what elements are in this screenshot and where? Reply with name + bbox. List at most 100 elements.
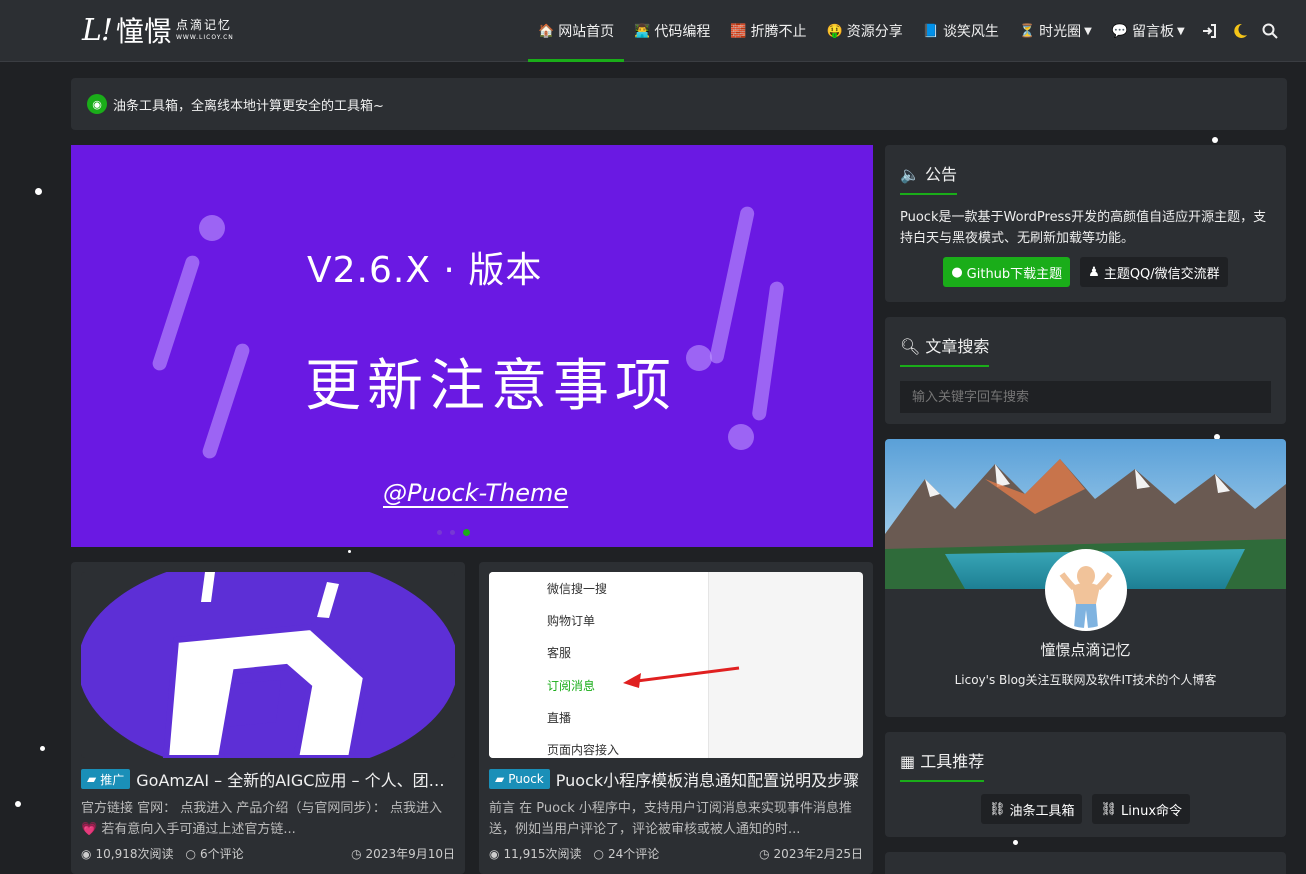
tools-list: ⛓ 油条工具箱 ⛓ Linux命令 — [885, 794, 1286, 824]
post-meta: ◉ 10,918次阅读 ○ 6个评论 ◷ 2023年9月10日 — [81, 845, 455, 862]
folder-icon: ▰ — [87, 772, 97, 786]
post-date: ◷ 2023年2月25日 — [759, 845, 863, 862]
profile-description: Licoy's Blog关注互联网及软件IT技术的个人博客 — [954, 673, 1217, 687]
search-icon[interactable] — [1255, 0, 1285, 62]
post-excerpt: 前言 在 Puock 小程序中，支持用户订阅消息来实现事件消息推送，例如当用户评… — [489, 801, 852, 837]
post-date-label: 2023年9月10日 — [365, 847, 455, 861]
chevron-down-icon: ▼ — [1084, 25, 1092, 37]
widget-heading: ▦ 工具推荐 — [900, 748, 985, 782]
post-card[interactable]: ▰ 推广 GoAmzAI – 全新的AIGC应用 – 个人、团队、企业AI解决方… — [71, 562, 465, 874]
nav-item-home[interactable]: 🏠 网站首页 — [528, 0, 625, 62]
post-views: ◉ 11,915次阅读 — [489, 845, 581, 862]
post-date: ◷ 2023年9月10日 — [351, 845, 455, 862]
top-navbar: L! 憧憬 点滴记忆 WWW.LICOY.CN 🏠 网站首页 👨‍💻 代码编程 … — [0, 0, 1306, 62]
speech-bubble-icon: 💬 — [1111, 23, 1129, 39]
nav-item-tinkering[interactable]: 🧱 折腾不止 — [720, 0, 816, 62]
banner-title: 更新注意事项 — [305, 354, 677, 419]
decor-dot — [199, 215, 225, 241]
post-excerpt: 官方链接 官网： 点我进入 产品介绍（与官网同步）： 点我进入 💗 若有意向入手… — [81, 801, 443, 837]
eye-icon: ◉ — [81, 846, 92, 861]
post-thumbnail[interactable] — [81, 572, 455, 758]
avatar[interactable] — [1045, 549, 1127, 631]
nav-item-chat[interactable]: 📘 谈笑风生 — [913, 0, 1009, 62]
post-meta: ◉ 11,915次阅读 ○ 24个评论 ◷ 2023年2月25日 — [489, 845, 863, 862]
link-icon: ⛓ — [988, 801, 1006, 817]
announcement-text: Puock是一款基于WordPress开发的高颜值自适应开源主题，支持白天与黑夜… — [900, 210, 1267, 246]
tool-link-label: Linux命令 — [1121, 803, 1183, 819]
decor-stroke — [150, 253, 202, 373]
qq-icon: ♟ — [1088, 264, 1100, 280]
nav-item-resources[interactable]: 🤑 资源分享 — [817, 0, 913, 62]
announcement-widget: 🔈 公告 Puock是一款基于WordPress开发的高颜值自适应开源主题，支持… — [885, 145, 1286, 302]
post-title-row: ▰ Puock Puock小程序模板消息通知配置说明及步骤 — [489, 768, 863, 790]
decor-stroke — [200, 341, 252, 461]
decor-dot — [728, 424, 754, 450]
brick-icon: 🧱 — [730, 23, 747, 39]
post-views-label: 10,918次阅读 — [95, 847, 174, 861]
github-icon: ● — [951, 264, 963, 280]
post-title[interactable]: Puock小程序模板消息通知配置说明及步骤 — [556, 767, 859, 791]
tools-widget: ▦ 工具推荐 ⛓ 油条工具箱 ⛓ Linux命令 — [885, 732, 1286, 837]
book-icon: 📘 — [922, 23, 939, 39]
category-tag[interactable]: ▰ Puock — [489, 769, 550, 789]
widget-title: 文章搜索 — [925, 337, 990, 356]
site-logo[interactable]: L! 憧憬 点滴记忆 WWW.LICOY.CN — [82, 12, 234, 49]
post-comments-label: 6个评论 — [199, 847, 244, 861]
widget-title: 工具推荐 — [920, 752, 985, 771]
nav-item-timeline[interactable]: ⏳ 时光圈 ▼ — [1009, 0, 1102, 62]
nav-item-label: 网站首页 — [558, 24, 615, 40]
profile-widget: 憧憬点滴记忆 Licoy's Blog关注互联网及软件IT技术的个人博客 — [885, 439, 1286, 717]
category-tag[interactable]: ▰ 推广 — [81, 769, 131, 789]
post-date-label: 2023年2月25日 — [773, 847, 863, 861]
banner-handle: @Puock-Theme — [383, 479, 569, 507]
banner-version: V2.6.X · 版本 — [307, 250, 543, 291]
moon-icon[interactable] — [1225, 0, 1255, 62]
banner-slider[interactable]: V2.6.X · 版本 更新注意事项 @Puock-Theme — [71, 145, 873, 547]
button-label: 主题QQ/微信交流群 — [1103, 266, 1220, 282]
slider-dot[interactable] — [450, 530, 455, 535]
category-tag-label: 推广 — [100, 772, 125, 787]
logo-subtitle: 点滴记忆 WWW.LICOY.CN — [176, 19, 234, 41]
widget-title: 公告 — [925, 165, 958, 184]
logo-name: 憧憬 — [115, 15, 172, 48]
avatar-image — [1048, 552, 1124, 628]
red-arrow-icon — [623, 666, 740, 688]
search-input[interactable] — [900, 381, 1271, 413]
decor-stroke — [751, 280, 785, 422]
login-icon[interactable] — [1195, 0, 1225, 62]
github-download-button[interactable]: ● Github下载主题 — [943, 257, 1071, 287]
slider-dot[interactable] — [437, 530, 442, 535]
post-comments[interactable]: ○ 6个评论 — [185, 845, 243, 862]
nav-item-label: 代码编程 — [654, 24, 711, 40]
post-comments-label: 24个评论 — [607, 847, 660, 861]
post-thumbnail[interactable]: 微信搜一搜 购物订单 客服 订阅消息 直播 页面内容接入 — [489, 572, 863, 758]
tool-link[interactable]: ⛓ Linux命令 — [1092, 794, 1191, 824]
post-card[interactable]: 微信搜一搜 购物订单 客服 订阅消息 直播 页面内容接入 ▰ Puock Puo… — [479, 562, 873, 874]
post-comments[interactable]: ○ 24个评论 — [593, 845, 659, 862]
search-icon: 🔍︎ — [900, 337, 921, 356]
grid-icon: ▦ — [900, 752, 916, 771]
logo-subtitle-cn: 点滴记忆 — [176, 18, 233, 32]
logo-mark: L! — [82, 12, 113, 48]
slider-dot-active[interactable] — [463, 529, 470, 536]
nav-item-label: 留言板 — [1132, 24, 1175, 40]
tool-link-label: 油条工具箱 — [1009, 803, 1075, 819]
post-title-row: ▰ 推广 GoAmzAI – 全新的AIGC应用 – 个人、团队、企业AI解决方… — [81, 768, 455, 790]
widget-heading: 🔍︎ 文章搜索 — [900, 333, 990, 367]
tool-link[interactable]: ⛓ 油条工具箱 — [980, 794, 1083, 824]
eye-icon: ◉ — [489, 846, 500, 861]
qq-group-button[interactable]: ♟ 主题QQ/微信交流群 — [1080, 257, 1228, 287]
notice-bar[interactable]: ◉ 油条工具箱，全离线本地计算更安全的工具箱~ — [71, 78, 1287, 130]
profile-name[interactable]: 憧憬点滴记忆 — [885, 639, 1286, 660]
clock-icon: ◷ — [351, 846, 362, 861]
search-widget: 🔍︎ 文章搜索 — [885, 317, 1286, 424]
post-views-label: 11,915次阅读 — [503, 847, 582, 861]
post-title[interactable]: GoAmzAI – 全新的AIGC应用 – 个人、团队、企业AI解决方案 — [136, 767, 455, 791]
nav-item-coding[interactable]: 👨‍💻 代码编程 — [624, 0, 720, 62]
nav-item-label: 时光圈 — [1039, 24, 1082, 40]
hourglass-icon: ⏳ — [1018, 23, 1036, 39]
nav-item-guestbook[interactable]: 💬 留言板 ▼ — [1102, 0, 1195, 62]
slider-pagination — [437, 529, 470, 536]
nav-item-label: 资源分享 — [846, 24, 903, 40]
announcement-buttons: ● Github下载主题 ♟ 主题QQ/微信交流群 — [885, 257, 1286, 287]
